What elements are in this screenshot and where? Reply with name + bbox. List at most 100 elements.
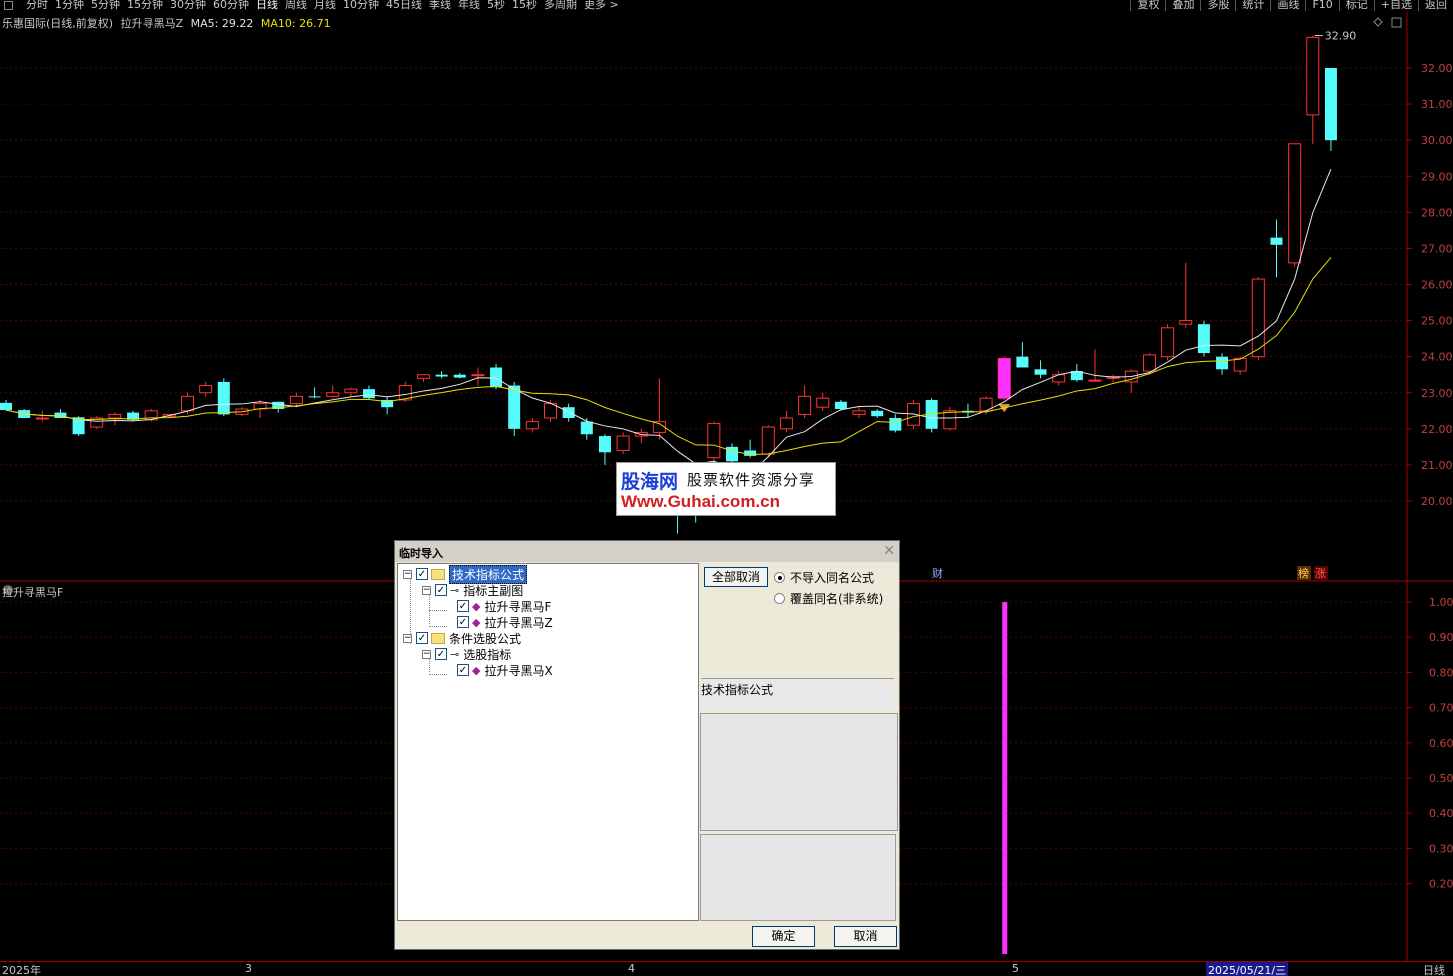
period-tab-3[interactable]: 15分钟	[125, 0, 168, 11]
period-tab-6[interactable]: 日线	[254, 0, 283, 11]
radio-dot[interactable]	[774, 572, 785, 583]
period-tab-5[interactable]: 60分钟	[211, 0, 254, 11]
candle-body	[471, 374, 485, 377]
tool-button-3[interactable]: 统计	[1235, 0, 1270, 11]
candle-body	[852, 410, 866, 415]
checkbox-technical[interactable]: ✓	[416, 568, 428, 580]
tool-button-4[interactable]: 画线	[1270, 0, 1305, 11]
tree-node-selection[interactable]: − ✓ ⊸ 选股指标	[422, 646, 511, 662]
ok-button[interactable]: 确定	[752, 926, 815, 947]
tool-buttons: 复权 叠加 多股 统计 画线 F10 标记 +自选 返回	[1130, 0, 1453, 11]
tree-node-technical[interactable]: − ✓ 技术指标公式	[403, 564, 528, 584]
period-tab-13[interactable]: 5秒	[485, 0, 510, 11]
checkbox-main-sub[interactable]: ✓	[435, 584, 447, 596]
period-tabs: 分时 1分钟 5分钟 15分钟 30分钟 60分钟 日线 周线 月线 10分钟 45日线 季线 年线 5秒…	[24, 0, 624, 11]
collapse-icon[interactable]: −	[422, 649, 431, 659]
subchart-title[interactable]: 拉升寻黑马F	[2, 584, 63, 600]
indicator-bar	[1002, 602, 1008, 954]
dialog-titlebar[interactable]: 临时导入 ✕	[395, 541, 899, 562]
period-tab-10[interactable]: 45日线	[384, 0, 427, 11]
stock-name[interactable]: 乐惠国际(日线,前复权)	[2, 17, 113, 30]
period-tab-14[interactable]: 15秒	[510, 0, 542, 11]
period-tab-0[interactable]: 分时	[24, 0, 53, 11]
close-icon[interactable]: ✕	[883, 543, 895, 559]
period-tab-9[interactable]: 10分钟	[341, 0, 384, 11]
tool-button-8[interactable]: 返回	[1418, 0, 1453, 11]
candle-body	[562, 407, 575, 419]
formula-tree[interactable]: − ✓ 技术指标公式 − ✓ ⊸ 指标主副图 ✓ ◆ 拉升寻黑马F ✓ ◆ 拉升…	[397, 563, 699, 921]
period-tab-12[interactable]: 年线	[456, 0, 485, 11]
candle-body	[598, 436, 611, 453]
tree-label-item-f[interactable]: 拉升寻黑马F	[484, 598, 551, 615]
formula-detail-box	[700, 834, 896, 921]
checkbox-item-x[interactable]: ✓	[457, 664, 469, 676]
radio-overwrite[interactable]: 覆盖同名(非系统)	[774, 590, 883, 607]
ma5-value: MA5: 29.22	[190, 17, 254, 30]
cursor-date: 2025/05/21/三	[1206, 962, 1289, 976]
period-tab-15[interactable]: 多周期	[542, 0, 582, 11]
candle-body	[1088, 379, 1102, 382]
key-icon: ⊸	[450, 647, 460, 661]
tool-button-6[interactable]: 标记	[1338, 0, 1374, 11]
candle-body	[871, 410, 884, 417]
sub-tick-label: 0.60	[1429, 737, 1453, 750]
indicator-name[interactable]: 拉升寻黑马Z	[121, 17, 184, 30]
candle-body	[761, 426, 775, 455]
tool-button-7[interactable]: +自选	[1373, 0, 1418, 11]
tree-label-condition[interactable]: 条件选股公式	[449, 630, 521, 647]
high-price-label: 32.90	[1325, 30, 1357, 43]
period-toolbar: 分时 1分钟 5分钟 15分钟 30分钟 60分钟 日线 周线 月线 10分钟 45日线 季线 年线 5秒…	[0, 0, 1453, 12]
radio-dot[interactable]	[774, 593, 785, 604]
price-tick-label: 20.00	[1421, 495, 1453, 508]
tree-label-item-z[interactable]: 拉升寻黑马Z	[484, 614, 552, 631]
tree-label-selection[interactable]: 选股指标	[463, 646, 511, 663]
axis-year: 2025年	[2, 964, 41, 976]
period-tab-11[interactable]: 季线	[427, 0, 456, 11]
ma10-line	[5, 257, 1332, 456]
price-tick-label: 30.00	[1421, 134, 1453, 147]
tool-button-5[interactable]: F10	[1305, 0, 1338, 11]
checkbox-selection[interactable]: ✓	[435, 648, 447, 660]
window-menu-icon[interactable]	[4, 1, 13, 10]
tree-node-main-sub[interactable]: − ✓ ⊸ 指标主副图	[422, 582, 523, 598]
period-tab-7[interactable]: 周线	[283, 0, 312, 11]
tree-label-item-x[interactable]: 拉升寻黑马X	[484, 662, 552, 679]
time-axis: 2025年 3 4 5 2025/05/21/三 日线	[0, 961, 1453, 976]
tree-node-item-x[interactable]: ✓ ◆ 拉升寻黑马X	[457, 662, 553, 678]
candle-body	[1034, 369, 1047, 375]
signal-candle	[998, 358, 1011, 399]
price-tick-label: 23.00	[1421, 387, 1453, 400]
period-tab-16[interactable]: 更多 >	[582, 0, 624, 11]
checkbox-item-f[interactable]: ✓	[457, 600, 469, 612]
cancel-button[interactable]: 取消	[834, 926, 897, 947]
tool-button-0[interactable]: 复权	[1130, 0, 1165, 11]
radio-skip-same-name[interactable]: 不导入同名公式	[774, 569, 874, 586]
period-tab-1[interactable]: 1分钟	[53, 0, 89, 11]
price-tick-label: 32.00	[1421, 62, 1453, 75]
sub-tick-label: 0.50	[1429, 772, 1453, 785]
tree-label-main-sub[interactable]: 指标主副图	[463, 582, 523, 599]
tree-node-condition[interactable]: − ✓ 条件选股公式	[403, 630, 521, 646]
candle-body	[834, 401, 847, 409]
tool-button-1[interactable]: 叠加	[1165, 0, 1200, 11]
candle-body	[490, 367, 503, 388]
ma5-line	[5, 168, 1332, 475]
period-tab-4[interactable]: 30分钟	[168, 0, 211, 11]
tool-button-2[interactable]: 多股	[1200, 0, 1235, 11]
checkbox-condition[interactable]: ✓	[416, 632, 428, 644]
tree-node-item-f[interactable]: ✓ ◆ 拉升寻黑马F	[457, 598, 551, 614]
collapse-icon[interactable]: −	[422, 585, 431, 595]
candle-body	[1216, 356, 1229, 370]
period-tab-2[interactable]: 5分钟	[89, 0, 125, 11]
watermark-tagline: 股票软件资源分享	[687, 471, 816, 489]
candle-body	[1179, 320, 1193, 325]
tree-node-item-z[interactable]: ✓ ◆ 拉升寻黑马Z	[457, 614, 553, 630]
collapse-icon[interactable]: −	[403, 569, 412, 579]
cancel-all-button[interactable]: 全部取消	[704, 567, 768, 587]
sub-tick-label: 0.20	[1429, 878, 1453, 891]
radio-overwrite-label: 覆盖同名(非系统)	[790, 592, 884, 606]
collapse-icon[interactable]: −	[403, 633, 412, 643]
period-tab-8[interactable]: 月线	[312, 0, 341, 11]
checkbox-item-z[interactable]: ✓	[457, 616, 469, 628]
candle-body	[416, 374, 430, 379]
